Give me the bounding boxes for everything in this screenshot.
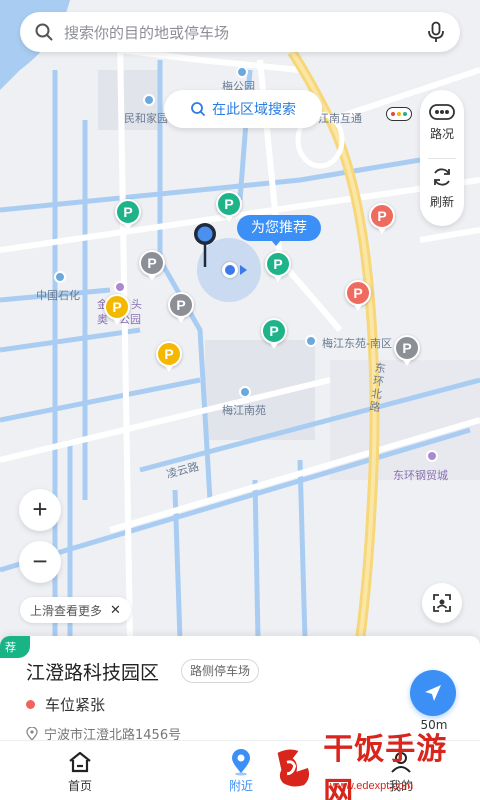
tab-label: 首页: [67, 779, 92, 793]
search-input[interactable]: 搜索你的目的地或停车场: [64, 22, 426, 43]
parking-marker[interactable]: P: [115, 199, 141, 230]
status-label: 车位紧张: [45, 696, 106, 714]
close-icon[interactable]: ✕: [110, 603, 121, 618]
scan-button[interactable]: [422, 583, 462, 623]
poi-label: 民和家园: [124, 112, 168, 125]
watermark: 干饭手游网 www.edexpt.com: [270, 732, 470, 800]
poi-icon: [114, 281, 126, 293]
scan-icon: [433, 594, 451, 612]
divider: [428, 158, 456, 159]
parking-title: 江澄路科技园区: [26, 662, 160, 684]
poi-label: 江南互通: [318, 112, 362, 125]
navigation-arrow-icon: [425, 685, 441, 701]
parking-marker[interactable]: P: [265, 251, 291, 282]
parking-marker[interactable]: P: [394, 335, 420, 366]
poi-label: 东环钢贸城: [393, 469, 448, 482]
zoom-out-button[interactable]: −: [19, 541, 61, 583]
traffic-button[interactable]: 路况: [420, 104, 464, 142]
home-icon: [69, 751, 91, 773]
tab-home[interactable]: 首页: [40, 747, 120, 794]
poi-label: 头: [131, 298, 142, 311]
microphone-icon[interactable]: [426, 21, 446, 43]
current-location-icon: [222, 262, 238, 278]
traffic-light-icon: [386, 107, 412, 121]
swipe-up-hint: 上滑查看更多 ✕: [20, 597, 131, 623]
hint-label: 上滑查看更多: [30, 603, 103, 618]
poi-icon: [305, 335, 317, 347]
address-label: 宁波市江澄北路1456号: [44, 728, 182, 740]
watermark-logo-icon: [277, 749, 310, 787]
traffic-label: 路况: [429, 127, 454, 141]
poi-label: 中国石化: [36, 289, 80, 302]
map-side-controls: 路况 刷新: [420, 90, 464, 226]
refresh-icon: [434, 168, 450, 186]
parking-marker[interactable]: P: [261, 318, 287, 349]
tab-label: 附近: [228, 779, 253, 793]
traffic-icon: [429, 104, 455, 120]
poi-icon: [143, 94, 155, 106]
poi-icon: [239, 386, 251, 398]
search-icon: [35, 23, 53, 41]
parking-marker[interactable]: P: [104, 294, 130, 325]
availability-status: 车位紧张: [26, 694, 105, 715]
recommend-tag: 荐: [0, 636, 30, 658]
parking-marker[interactable]: P: [216, 191, 242, 222]
search-icon: [191, 102, 205, 116]
address: 宁波市江澄北路1456号: [26, 724, 181, 740]
refresh-button[interactable]: 刷新: [420, 166, 464, 210]
poi-label: 梅江东苑-南区: [322, 337, 392, 350]
location-pin-icon: [232, 749, 250, 776]
watermark-sub: www.edexpt.com: [330, 780, 414, 792]
recommend-bubble[interactable]: 为您推荐: [237, 215, 321, 246]
tab-nearby[interactable]: 附近: [201, 747, 281, 794]
parking-marker[interactable]: P: [168, 292, 194, 323]
map-view[interactable]: 梅公园 民和家园 江南互通 中国石化 金 头 奥 公园 梅江东苑-南区 梅江南苑…: [0, 0, 480, 640]
heading-arrow-icon: [240, 265, 247, 275]
area-search-button[interactable]: 在此区域搜索: [164, 90, 322, 128]
location-pin-icon: [26, 726, 38, 740]
area-search-label: 在此区域搜索: [212, 102, 296, 118]
gas-station-icon: [54, 271, 66, 283]
parking-marker[interactable]: P: [156, 341, 182, 372]
poi-icon: [426, 450, 438, 462]
map-pin-icon[interactable]: [192, 221, 218, 267]
navigate-button[interactable]: [410, 670, 456, 716]
search-bar[interactable]: 搜索你的目的地或停车场: [20, 12, 460, 52]
parking-marker[interactable]: P: [345, 280, 371, 311]
refresh-label: 刷新: [429, 195, 454, 209]
parking-marker[interactable]: P: [139, 250, 165, 281]
status-dot-icon: [26, 700, 35, 709]
poi-label: 梅江南苑: [222, 404, 266, 417]
parking-marker[interactable]: P: [369, 203, 395, 234]
poi-icon: [236, 66, 248, 78]
parking-type-badge: 路侧停车场: [181, 659, 260, 683]
zoom-in-button[interactable]: +: [19, 489, 61, 531]
